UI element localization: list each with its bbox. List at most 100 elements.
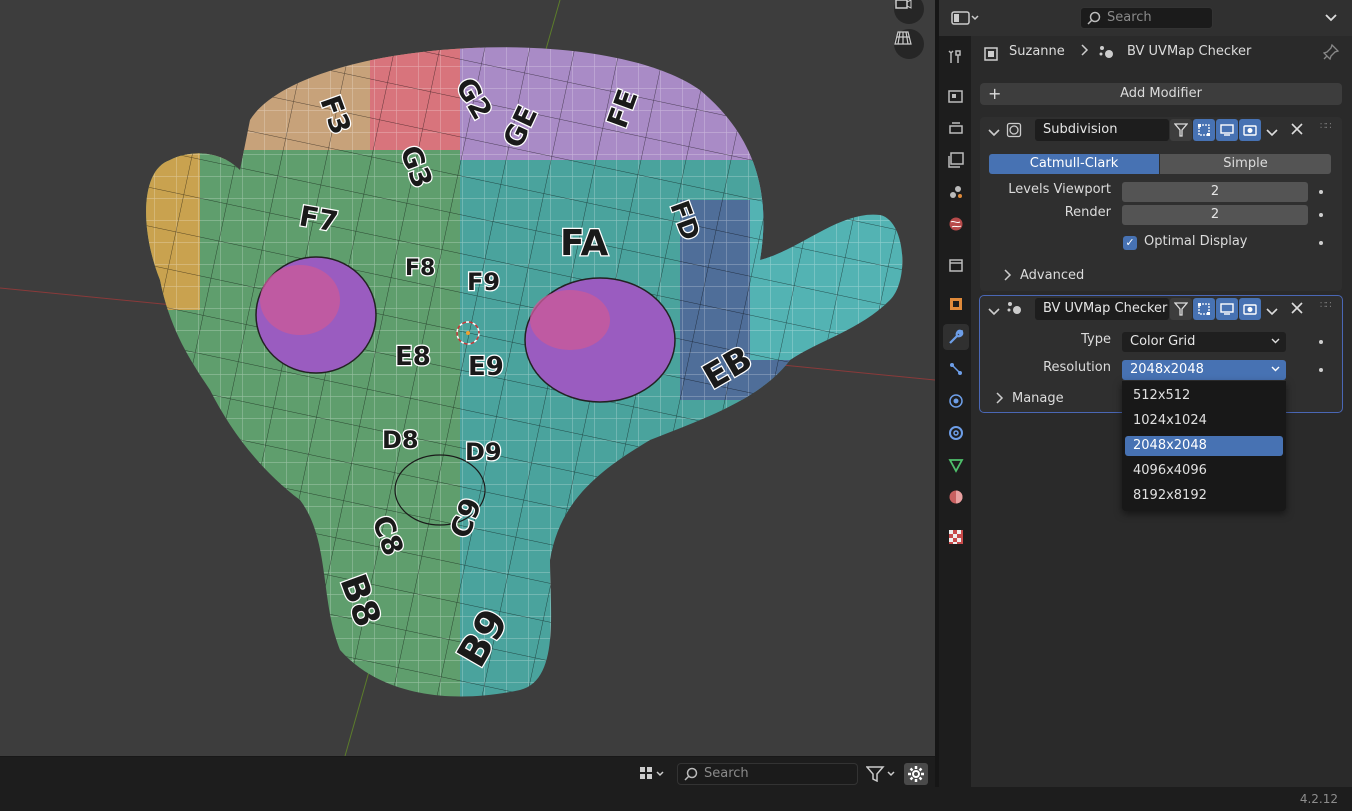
modifier-menu-chevron-icon[interactable] — [1266, 126, 1278, 141]
type-select-value: Color Grid — [1130, 334, 1196, 349]
properties-search-placeholder: Search — [1107, 10, 1152, 25]
footer-search-placeholder: Search — [704, 766, 749, 781]
manage-subpanel-label[interactable]: Manage — [1012, 391, 1064, 406]
breadcrumb-separator-icon — [1081, 44, 1089, 60]
viewport-display-icon[interactable] — [1216, 119, 1238, 141]
object-tab-icon[interactable] — [943, 291, 969, 317]
chevron-right-icon[interactable] — [1004, 269, 1012, 285]
viewport-display-icon[interactable] — [1216, 298, 1238, 320]
drag-handle-icon[interactable]: ∷∷ — [1320, 300, 1332, 311]
properties-search-input[interactable]: Search — [1080, 7, 1213, 29]
edit-mode-icon[interactable] — [1193, 298, 1215, 320]
subdivision-icon — [1006, 122, 1022, 142]
resolution-select-value: 2048x2048 — [1130, 362, 1204, 377]
add-modifier-button[interactable]: + Add Modifier — [980, 83, 1342, 105]
checker-label: D9 — [465, 438, 502, 466]
render-camera-icon[interactable] — [1239, 119, 1261, 141]
viewport-footer: Search — [0, 756, 935, 787]
keyframe-dot[interactable] — [1319, 241, 1323, 245]
resolution-option[interactable]: 1024x1024 — [1125, 411, 1283, 431]
status-bar: 4.2.12 — [0, 787, 1352, 811]
pin-icon[interactable] — [1322, 43, 1340, 61]
display-mode-icon[interactable] — [640, 766, 666, 782]
drag-handle-icon[interactable]: ∷∷ — [1320, 121, 1332, 132]
modifier-menu-chevron-icon[interactable] — [1266, 305, 1278, 320]
collapse-chevron-icon[interactable] — [988, 126, 1000, 141]
optimal-display-label: Optimal Display — [1144, 234, 1248, 249]
checker-label: E9 — [468, 352, 504, 382]
resolution-option[interactable]: 4096x4096 — [1125, 461, 1283, 481]
modifier-geometry-nodes-icon — [1098, 45, 1116, 59]
uvmap-checker-name-field[interactable]: BV UVMap Checker — [1035, 298, 1169, 320]
properties-tabs — [939, 36, 971, 787]
perspective-grid-icon[interactable] — [894, 29, 924, 59]
editor-type-icon[interactable] — [951, 8, 983, 28]
collection-tab-icon[interactable] — [943, 252, 969, 278]
plus-icon: + — [988, 84, 1002, 103]
tool-tab-icon[interactable] — [943, 44, 969, 70]
collapse-chevron-icon[interactable] — [988, 305, 1000, 320]
close-icon[interactable] — [1291, 123, 1303, 139]
edit-mode-cage-icon[interactable] — [1170, 119, 1192, 141]
levels-viewport-field[interactable]: 2 — [1122, 182, 1308, 202]
version-label: 4.2.12 — [1299, 792, 1338, 806]
checker-label: F7 — [297, 199, 341, 238]
levels-viewport-label: Levels Viewport — [1008, 182, 1111, 197]
chevron-right-icon[interactable] — [996, 392, 1004, 408]
resolution-option-selected[interactable]: 2048x2048 — [1125, 436, 1283, 456]
keyframe-dot[interactable] — [1319, 213, 1323, 217]
chevron-down-icon[interactable] — [1319, 8, 1343, 28]
data-tab-icon[interactable] — [943, 452, 969, 478]
optimal-display-checkbox[interactable]: ✓ — [1123, 236, 1137, 250]
chevron-down-icon — [1271, 360, 1280, 380]
keyframe-dot[interactable] — [1319, 368, 1323, 372]
subdivision-name-field[interactable]: Subdivision — [1035, 119, 1169, 141]
texture-tab-icon[interactable] — [943, 524, 969, 550]
simple-option[interactable]: Simple — [1160, 154, 1331, 174]
geometry-nodes-icon — [1006, 301, 1024, 319]
mesh-object-icon — [983, 46, 999, 62]
checker-label: F8 — [405, 256, 435, 281]
type-select[interactable]: Color Grid — [1122, 332, 1286, 352]
edit-mode-cage-icon[interactable] — [1170, 298, 1192, 320]
render-levels-label: Render — [1064, 205, 1111, 220]
footer-search-input[interactable]: Search — [677, 763, 858, 785]
search-icon — [684, 767, 698, 788]
scene-tab-icon[interactable] — [943, 179, 969, 205]
output-tab-icon[interactable] — [943, 115, 969, 141]
material-tab-icon[interactable] — [943, 484, 969, 510]
view-layer-tab-icon[interactable] — [943, 147, 969, 173]
render-camera-icon[interactable] — [1239, 298, 1261, 320]
particles-tab-icon[interactable] — [943, 356, 969, 382]
physics-tab-icon[interactable] — [943, 388, 969, 414]
edit-mode-icon[interactable] — [1193, 119, 1215, 141]
checker-label: D8 — [382, 426, 419, 454]
resolution-label: Resolution — [1043, 360, 1111, 375]
chevron-down-icon — [1271, 332, 1280, 352]
3d-viewport[interactable]: G2 G3 F3 GE FE F7 F8 F9 FA FD E8 E9 EB D… — [0, 0, 935, 756]
settings-gear-icon[interactable] — [904, 763, 928, 785]
resolution-option[interactable]: 512x512 — [1125, 386, 1283, 406]
resolution-dropdown-menu: 512x512 1024x1024 2048x2048 4096x4096 81… — [1122, 381, 1286, 511]
resolution-select[interactable]: 2048x2048 — [1122, 360, 1286, 380]
resolution-option[interactable]: 8192x8192 — [1125, 486, 1283, 506]
constraints-tab-icon[interactable] — [943, 420, 969, 446]
search-icon — [1087, 11, 1101, 32]
subdivision-modifier-panel: Subdivision ∷∷ Catmull-Clark Simple Leve… — [980, 117, 1342, 291]
checker-label: FA — [560, 223, 608, 264]
filter-icon[interactable] — [865, 766, 898, 783]
breadcrumb-modifier: BV UVMap Checker — [1127, 44, 1252, 59]
catmull-clark-option[interactable]: Catmull-Clark — [989, 154, 1159, 174]
close-icon[interactable] — [1291, 302, 1303, 318]
keyframe-dot[interactable] — [1319, 190, 1323, 194]
keyframe-dot[interactable] — [1319, 340, 1323, 344]
modifier-wrench-icon[interactable] — [943, 324, 969, 350]
render-tab-icon[interactable] — [943, 83, 969, 109]
properties-header: Search — [939, 3, 1352, 33]
suzanne-mesh-render: G2 G3 F3 GE FE F7 F8 F9 FA FD E8 E9 EB D… — [0, 0, 935, 756]
world-tab-icon[interactable] — [943, 211, 969, 237]
advanced-subpanel-label[interactable]: Advanced — [1020, 268, 1084, 283]
type-label: Type — [1081, 332, 1111, 347]
breadcrumb-object: Suzanne — [1009, 44, 1065, 59]
render-levels-field[interactable]: 2 — [1122, 205, 1308, 225]
